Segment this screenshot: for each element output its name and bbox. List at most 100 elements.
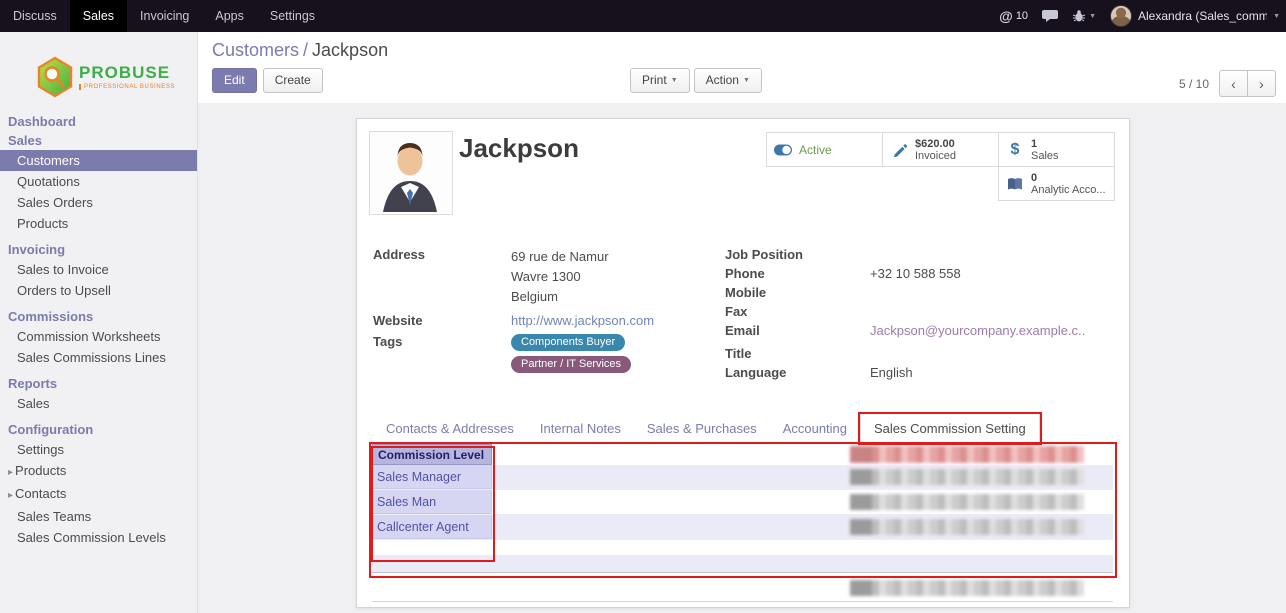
print-button[interactable]: Print▼ (630, 68, 690, 93)
menu-apps[interactable]: Apps (202, 0, 257, 32)
sidebar-item-label: Products (15, 463, 66, 478)
action-button[interactable]: Action▼ (694, 68, 762, 93)
address-value[interactable]: 69 rue de Namur Wavre 1300 Belgium (511, 247, 609, 307)
sales-stat-button[interactable]: $ 1 Sales (998, 132, 1115, 167)
mentions-button[interactable]: @ 10 (999, 8, 1028, 24)
table-empty-row (372, 556, 1113, 572)
logo-title: PROBUSE (79, 64, 175, 82)
sidebar-item-sales-commission-levels[interactable]: Sales Commission Levels (0, 527, 197, 548)
menu-settings[interactable]: Settings (257, 0, 328, 32)
sidebar-item-sales-orders[interactable]: Sales Orders (0, 192, 197, 213)
sidebar-section-configuration[interactable]: Configuration (0, 420, 197, 439)
chevron-down-icon: ▼ (1273, 13, 1280, 20)
language-value[interactable]: English (870, 365, 913, 380)
sidebar-section-dashboard[interactable]: Dashboard (0, 112, 197, 131)
commission-levels-table: Commission Level Sales Manager Sales Man… (372, 444, 1113, 602)
bug-icon (1072, 9, 1086, 23)
sales-count-label: Sales (1031, 150, 1059, 162)
commission-level-cell[interactable]: Sales Man (372, 490, 492, 514)
sidebar-item-products[interactable]: Products (0, 213, 197, 234)
sidebar-item-sales-to-invoice[interactable]: Sales to Invoice (0, 259, 197, 280)
top-menubar: Discuss Sales Invoicing Apps Settings @ … (0, 0, 1286, 32)
breadcrumb-current: Jackpson (312, 40, 388, 60)
commission-level-cell[interactable]: Sales Manager (372, 465, 492, 489)
sidebar-item-sales-commissions-lines[interactable]: Sales Commissions Lines (0, 347, 197, 368)
sidebar-item-orders-to-upsell[interactable]: Orders to Upsell (0, 280, 197, 301)
notebook-tabs: Contacts & Addresses Internal Notes Sale… (373, 413, 1113, 444)
table-footer-row (372, 575, 1113, 602)
chat-bubble-icon (1042, 9, 1058, 23)
commission-level-cell[interactable]: Callcenter Agent (372, 515, 492, 539)
table-row[interactable]: Callcenter Agent (372, 515, 1113, 540)
commission-level-column-header[interactable]: Commission Level (372, 444, 492, 465)
tags-label: Tags (373, 334, 511, 373)
sidebar-item-settings[interactable]: Settings (0, 439, 197, 460)
messages-button[interactable] (1042, 9, 1058, 23)
pencil-icon (890, 142, 908, 157)
sidebar-item-customers[interactable]: Customers (0, 150, 197, 171)
customer-form-sheet: Jackpson Active $620.00 Invoiced $ (356, 118, 1130, 608)
menu-discuss[interactable]: Discuss (0, 0, 70, 32)
tab-sales-commission-setting[interactable]: Sales Commission Setting (860, 413, 1040, 444)
user-name: Alexandra (Sales_comm.. (1138, 9, 1267, 23)
table-row[interactable]: Sales Man (372, 490, 1113, 515)
analytic-label: Analytic Acco... (1031, 184, 1106, 196)
pager-next-button[interactable]: › (1247, 70, 1276, 97)
phone-value[interactable]: +32 10 588 558 (870, 266, 961, 281)
sidebar-item-quotations[interactable]: Quotations (0, 171, 197, 192)
sidebar-item-commission-worksheets[interactable]: Commission Worksheets (0, 326, 197, 347)
mobile-label: Mobile (725, 285, 870, 300)
tag-components-buyer[interactable]: Components Buyer (511, 334, 625, 351)
analytic-accounts-stat-button[interactable]: 0 Analytic Acco... (998, 166, 1115, 201)
pager-previous-button[interactable]: ‹ (1219, 70, 1248, 97)
logo-subtitle: PROFESSIONAL BUSINESS (79, 84, 175, 90)
tab-contacts-addresses[interactable]: Contacts & Addresses (373, 414, 527, 443)
chevron-down-icon: ▼ (743, 77, 750, 84)
customer-photo[interactable] (369, 131, 453, 215)
mention-count: 10 (1016, 10, 1028, 22)
edit-button[interactable]: Edit (212, 68, 257, 93)
tag-partner-it-services[interactable]: Partner / IT Services (511, 356, 631, 373)
sidebar-section-sales[interactable]: Sales (0, 131, 197, 150)
probuse-logo-text: PROBUSE PROFESSIONAL BUSINESS (79, 64, 175, 90)
invoiced-value: $620.00 (915, 138, 956, 150)
breadcrumb-customers-link[interactable]: Customers (212, 40, 299, 60)
sidebar-item-config-contacts[interactable]: ▸Contacts (0, 483, 197, 506)
control-panel: Customers/Jackpson Edit Create Print▼ Ac… (197, 32, 1286, 103)
table-header-row: Commission Level (372, 444, 1113, 465)
debug-menu-button[interactable]: ▼ (1072, 9, 1096, 23)
sidebar-item-sales-teams[interactable]: Sales Teams (0, 506, 197, 527)
phone-label: Phone (725, 266, 870, 281)
tags-field[interactable]: Components Buyer Partner / IT Services (511, 334, 631, 373)
website-link[interactable]: http://www.jackpson.com (511, 313, 654, 328)
invoiced-stat-button[interactable]: $620.00 Invoiced (882, 132, 999, 167)
sidebar-item-label: Contacts (15, 486, 66, 501)
user-menu[interactable]: Alexandra (Sales_comm.. ▼ (1110, 5, 1280, 27)
tab-internal-notes[interactable]: Internal Notes (527, 414, 634, 443)
sidebar-section-reports[interactable]: Reports (0, 374, 197, 393)
language-label: Language (725, 365, 870, 380)
invoiced-label: Invoiced (915, 150, 956, 162)
user-avatar (1110, 5, 1132, 27)
website-label: Website (373, 313, 511, 328)
pager-counter: 5 / 10 (1179, 77, 1209, 91)
table-row[interactable]: Sales Manager (372, 465, 1113, 490)
email-link[interactable]: Jackpson@yourcompany.example.c.. (870, 323, 1085, 338)
menu-invoicing[interactable]: Invoicing (127, 0, 202, 32)
page-title: Jackpson (459, 133, 579, 164)
tab-sales-purchases[interactable]: Sales & Purchases (634, 414, 770, 443)
expand-caret-icon: ▸ (8, 490, 13, 501)
active-toggle-button[interactable]: Active (766, 132, 883, 167)
sidebar-item-reports-sales[interactable]: Sales (0, 393, 197, 414)
tab-accounting[interactable]: Accounting (770, 414, 860, 443)
sidebar-section-invoicing[interactable]: Invoicing (0, 240, 197, 259)
sidebar-section-commissions[interactable]: Commissions (0, 307, 197, 326)
sidebar-item-config-products[interactable]: ▸Products (0, 460, 197, 483)
at-icon: @ (999, 8, 1013, 24)
create-button[interactable]: Create (263, 68, 323, 93)
sidebar: PROBUSE PROFESSIONAL BUSINESS Dashboard … (0, 32, 198, 613)
analytic-value: 0 (1031, 172, 1106, 184)
probuse-logo: PROBUSE PROFESSIONAL BUSINESS (0, 32, 197, 112)
menu-sales[interactable]: Sales (70, 0, 127, 32)
odoo-app-window: Discuss Sales Invoicing Apps Settings @ … (0, 0, 1286, 613)
